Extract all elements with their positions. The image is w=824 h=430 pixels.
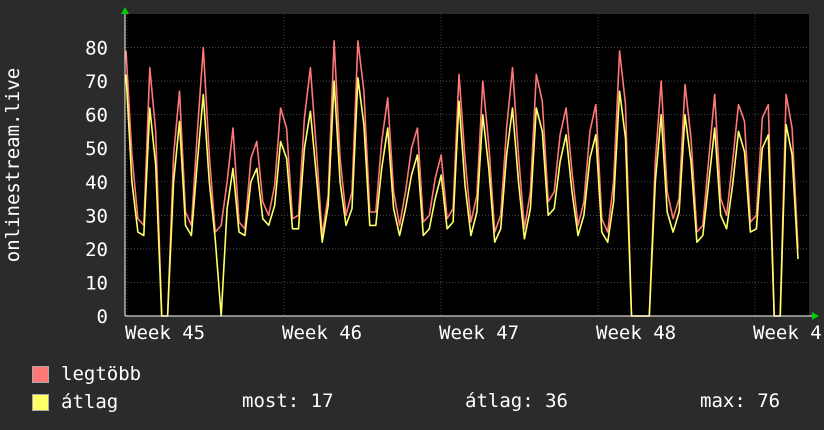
legend-label-max: legtöbb (61, 363, 142, 385)
legend-swatch-max (32, 365, 49, 383)
legend-label-avg: átlag (61, 391, 119, 413)
y-tick-label: 30 (85, 205, 108, 227)
legend-item-avg: átlag (32, 391, 118, 413)
y-tick-label: 0 (97, 306, 108, 328)
y-tick-label: 50 (85, 138, 108, 160)
x-tick-labels: Week 45 Week 46 Week 47 Week 48 Week 4 (125, 322, 822, 344)
stat-current: most: 17 (242, 390, 334, 412)
legend-swatch-avg (32, 393, 49, 411)
y-tick-label: 80 (85, 38, 108, 60)
y-axis-arrow (121, 7, 129, 14)
y-tick-label: 60 (85, 105, 108, 127)
x-tick-label: Week 46 (282, 322, 362, 344)
y-tick-labels: 0 10 20 30 40 50 60 70 80 (85, 38, 108, 328)
plot-area (125, 14, 809, 316)
x-tick-label: Week 48 (596, 322, 676, 344)
y-tick-label: 40 (85, 172, 108, 194)
y-tick-label: 10 (85, 272, 108, 294)
x-tick-label: Week 47 (439, 322, 519, 344)
legend-item-max: legtöbb (32, 363, 141, 385)
y-tick-label: 20 (85, 239, 108, 261)
x-tick-label: Week 45 (125, 322, 205, 344)
stat-average: átlag: 36 (465, 390, 568, 412)
x-axis-arrow (812, 312, 819, 320)
y-axis-label: onlinestream.live (2, 68, 24, 262)
stat-max: max: 76 (700, 390, 781, 412)
y-tick-label: 70 (85, 71, 108, 93)
x-tick-label: Week 4 (753, 322, 822, 344)
